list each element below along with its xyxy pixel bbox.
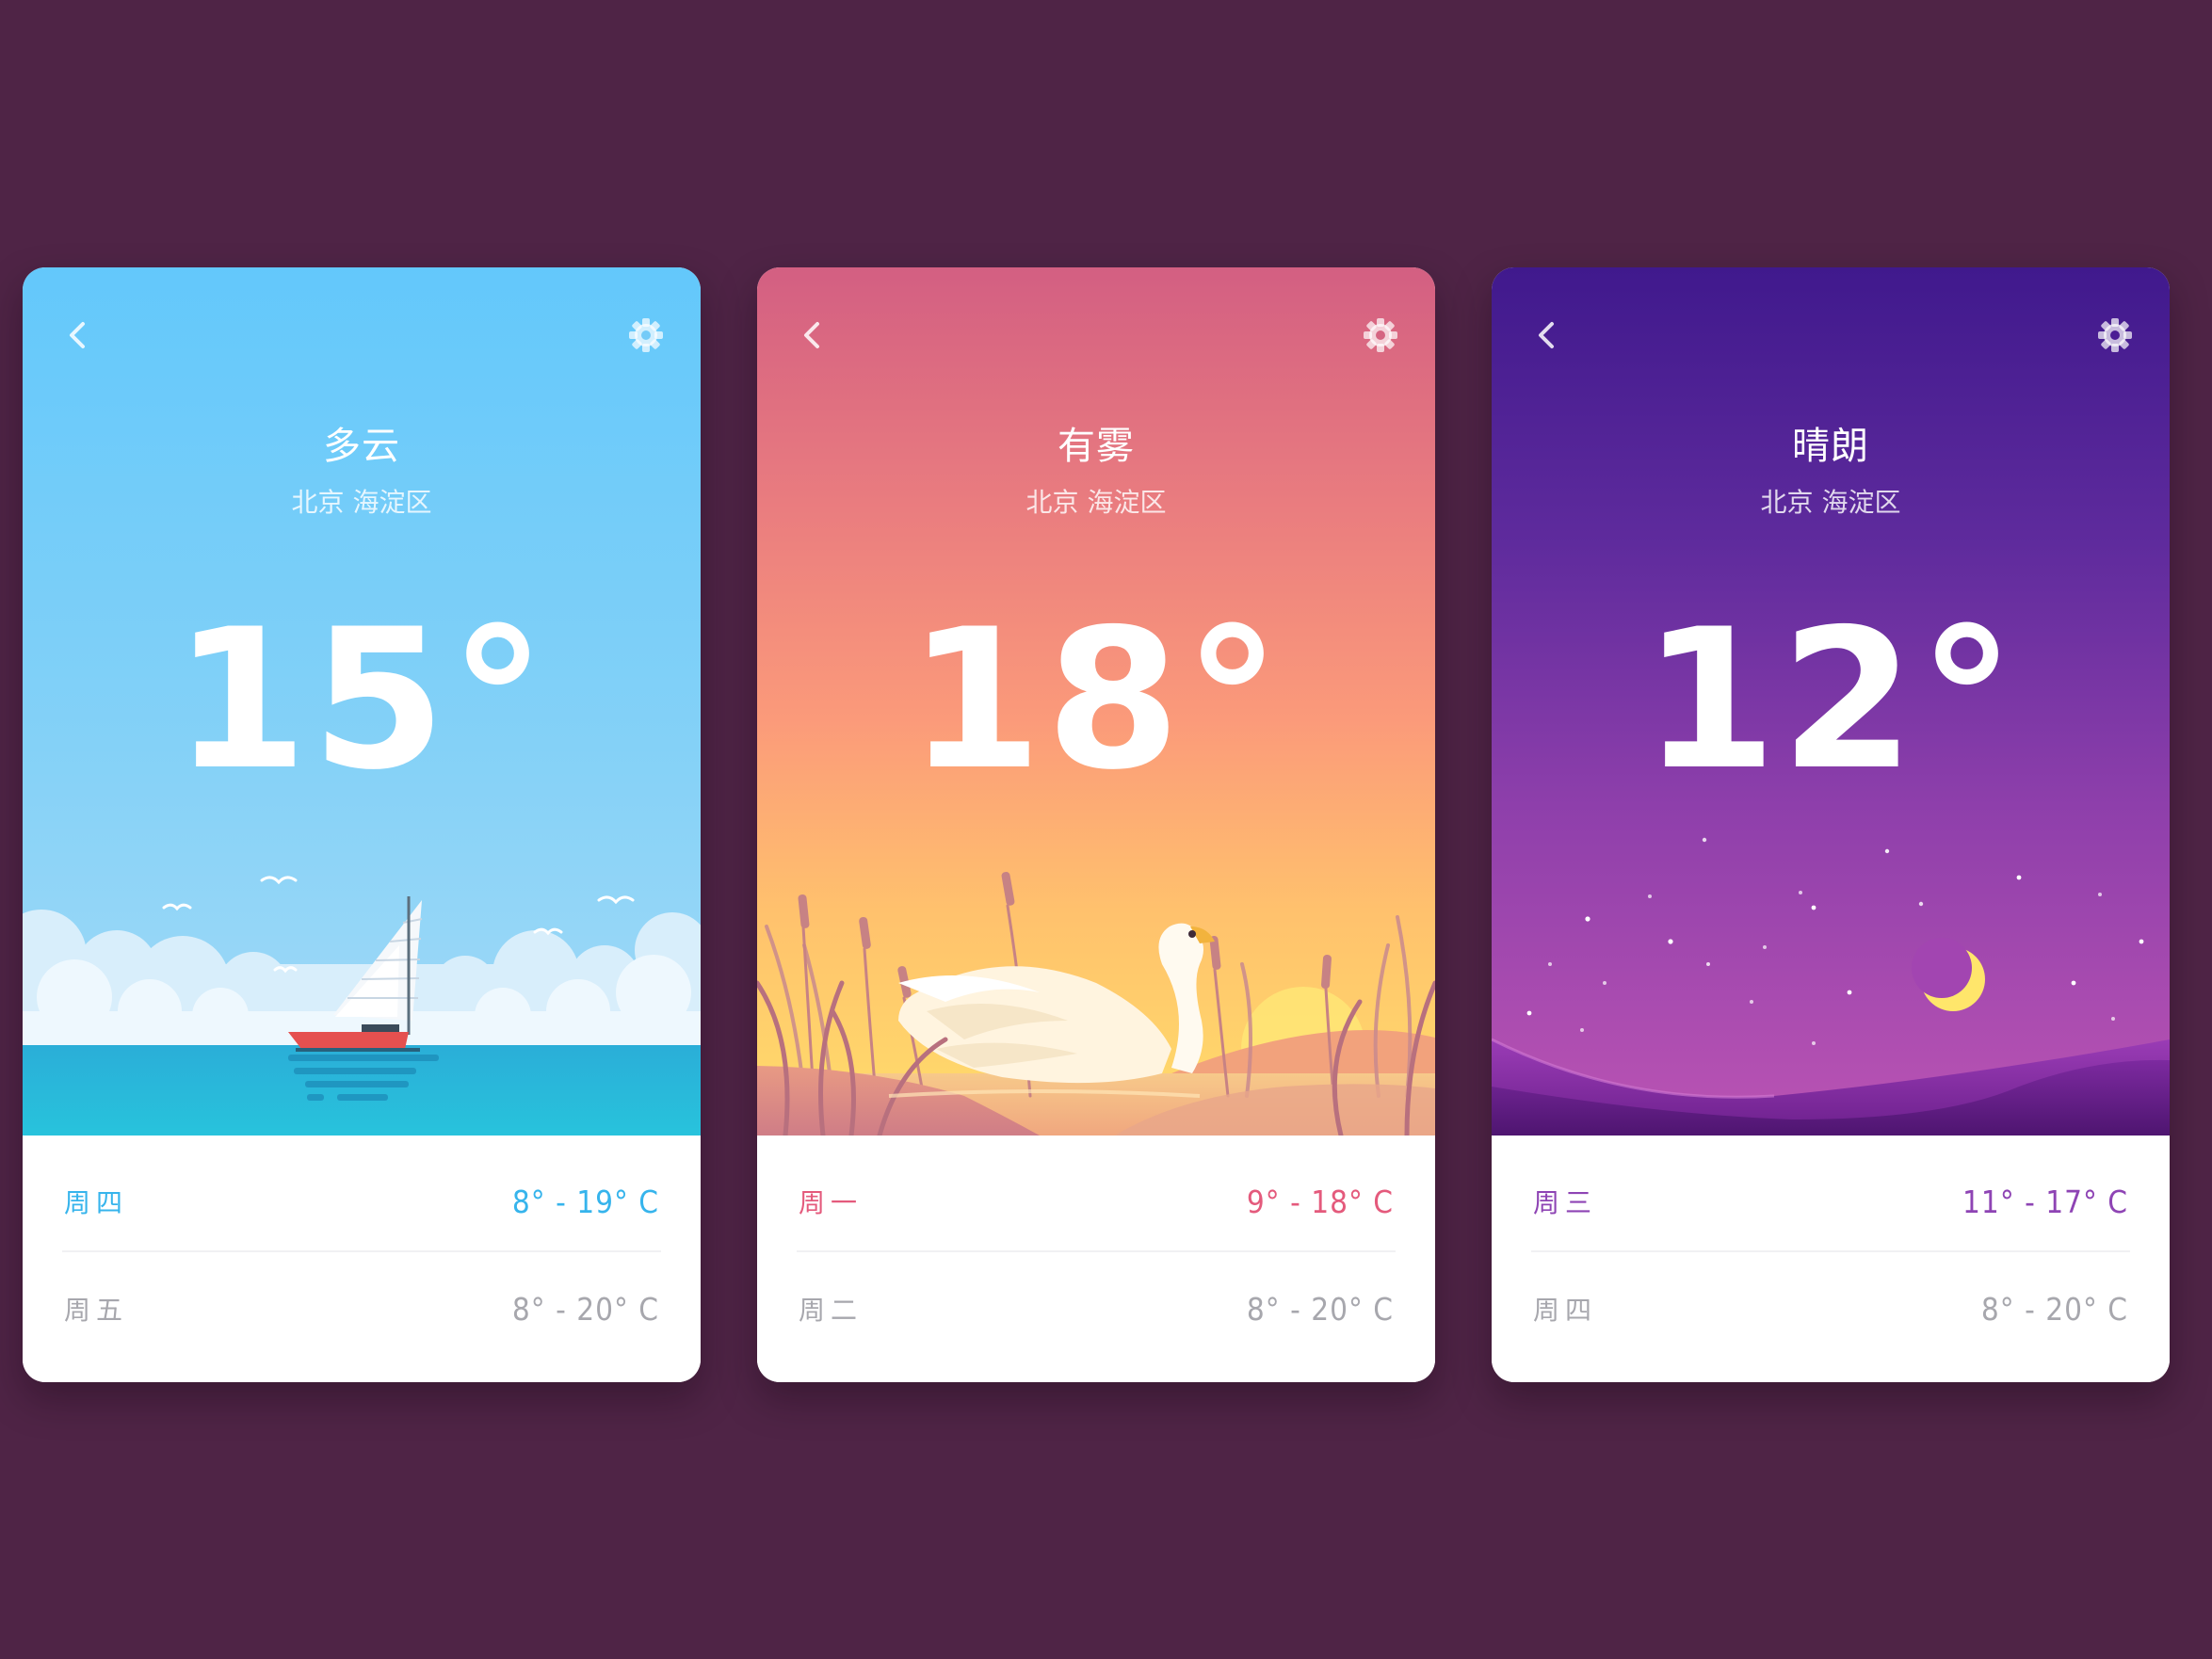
forecast-day: 周二	[799, 1295, 864, 1326]
settings-button[interactable]	[1358, 313, 1403, 358]
back-button[interactable]	[55, 313, 100, 358]
forecast-list: 周四 8° - 19° C 周五 8° - 20° C	[23, 1136, 701, 1382]
forecast-range: 8° - 19° C	[511, 1183, 659, 1220]
location-label: 北京 海淀区	[1760, 487, 1901, 518]
forecast-row[interactable]: 周二 8° - 20° C	[799, 1271, 1394, 1346]
location-label: 北京 海淀区	[291, 487, 432, 518]
forecast-range: 8° - 20° C	[1246, 1290, 1394, 1328]
weather-condition: 多云	[323, 425, 400, 468]
chevron-left-icon	[70, 322, 85, 348]
gear-icon	[629, 318, 663, 352]
forecast-row-highlighted[interactable]: 周四 8° - 19° C	[64, 1164, 659, 1239]
settings-button[interactable]	[2092, 313, 2138, 358]
gear-icon	[1364, 318, 1397, 352]
back-button[interactable]	[1524, 313, 1569, 358]
weather-scene: 有雾 北京 海淀区 18°	[757, 267, 1435, 1136]
forecast-range: 8° - 20° C	[1980, 1290, 2128, 1328]
weather-card-clear: 晴朗 北京 海淀区 12° 周三 11° - 17° C 周四 8° - 20°…	[1492, 267, 2170, 1382]
forecast-day: 周五	[64, 1295, 129, 1326]
forecast-range: 11° - 17° C	[1962, 1183, 2128, 1220]
forecast-day: 周三	[1533, 1187, 1598, 1218]
forecast-day: 周一	[799, 1187, 864, 1218]
chevron-left-icon	[804, 322, 819, 348]
forecast-list: 周一 9° - 18° C 周二 8° - 20° C	[757, 1136, 1435, 1382]
forecast-row[interactable]: 周四 8° - 20° C	[1533, 1271, 2128, 1346]
forecast-row-highlighted[interactable]: 周一 9° - 18° C	[799, 1164, 1394, 1239]
forecast-day: 周四	[1533, 1295, 1598, 1326]
current-temperature: 18°	[908, 588, 1284, 813]
divider	[1531, 1250, 2130, 1252]
current-temperature: 12°	[1642, 588, 2019, 813]
forecast-row[interactable]: 周五 8° - 20° C	[64, 1271, 659, 1346]
back-button[interactable]	[789, 313, 834, 358]
divider	[62, 1250, 661, 1252]
weather-card-foggy: 有雾 北京 海淀区 18° 周一 9° - 18° C 周二 8° - 20° …	[757, 267, 1435, 1382]
current-temperature: 15°	[173, 588, 550, 813]
weather-scene: 多云 北京 海淀区 15°	[23, 267, 701, 1136]
forecast-row-highlighted[interactable]: 周三 11° - 17° C	[1533, 1164, 2128, 1239]
weather-scene: 晴朗 北京 海淀区 12°	[1492, 267, 2170, 1136]
location-label: 北京 海淀区	[1025, 487, 1167, 518]
weather-condition: 晴朗	[1792, 425, 1869, 468]
weather-condition: 有雾	[1058, 425, 1135, 468]
settings-button[interactable]	[623, 313, 669, 358]
gear-icon	[2098, 318, 2132, 352]
forecast-day: 周四	[64, 1187, 129, 1218]
forecast-range: 9° - 18° C	[1246, 1183, 1394, 1220]
chevron-left-icon	[1539, 322, 1554, 348]
divider	[797, 1250, 1396, 1252]
forecast-list: 周三 11° - 17° C 周四 8° - 20° C	[1492, 1136, 2170, 1382]
weather-card-cloudy: 多云 北京 海淀区 15° 周四 8° - 19° C 周五 8° - 20° …	[23, 267, 701, 1382]
forecast-range: 8° - 20° C	[511, 1290, 659, 1328]
